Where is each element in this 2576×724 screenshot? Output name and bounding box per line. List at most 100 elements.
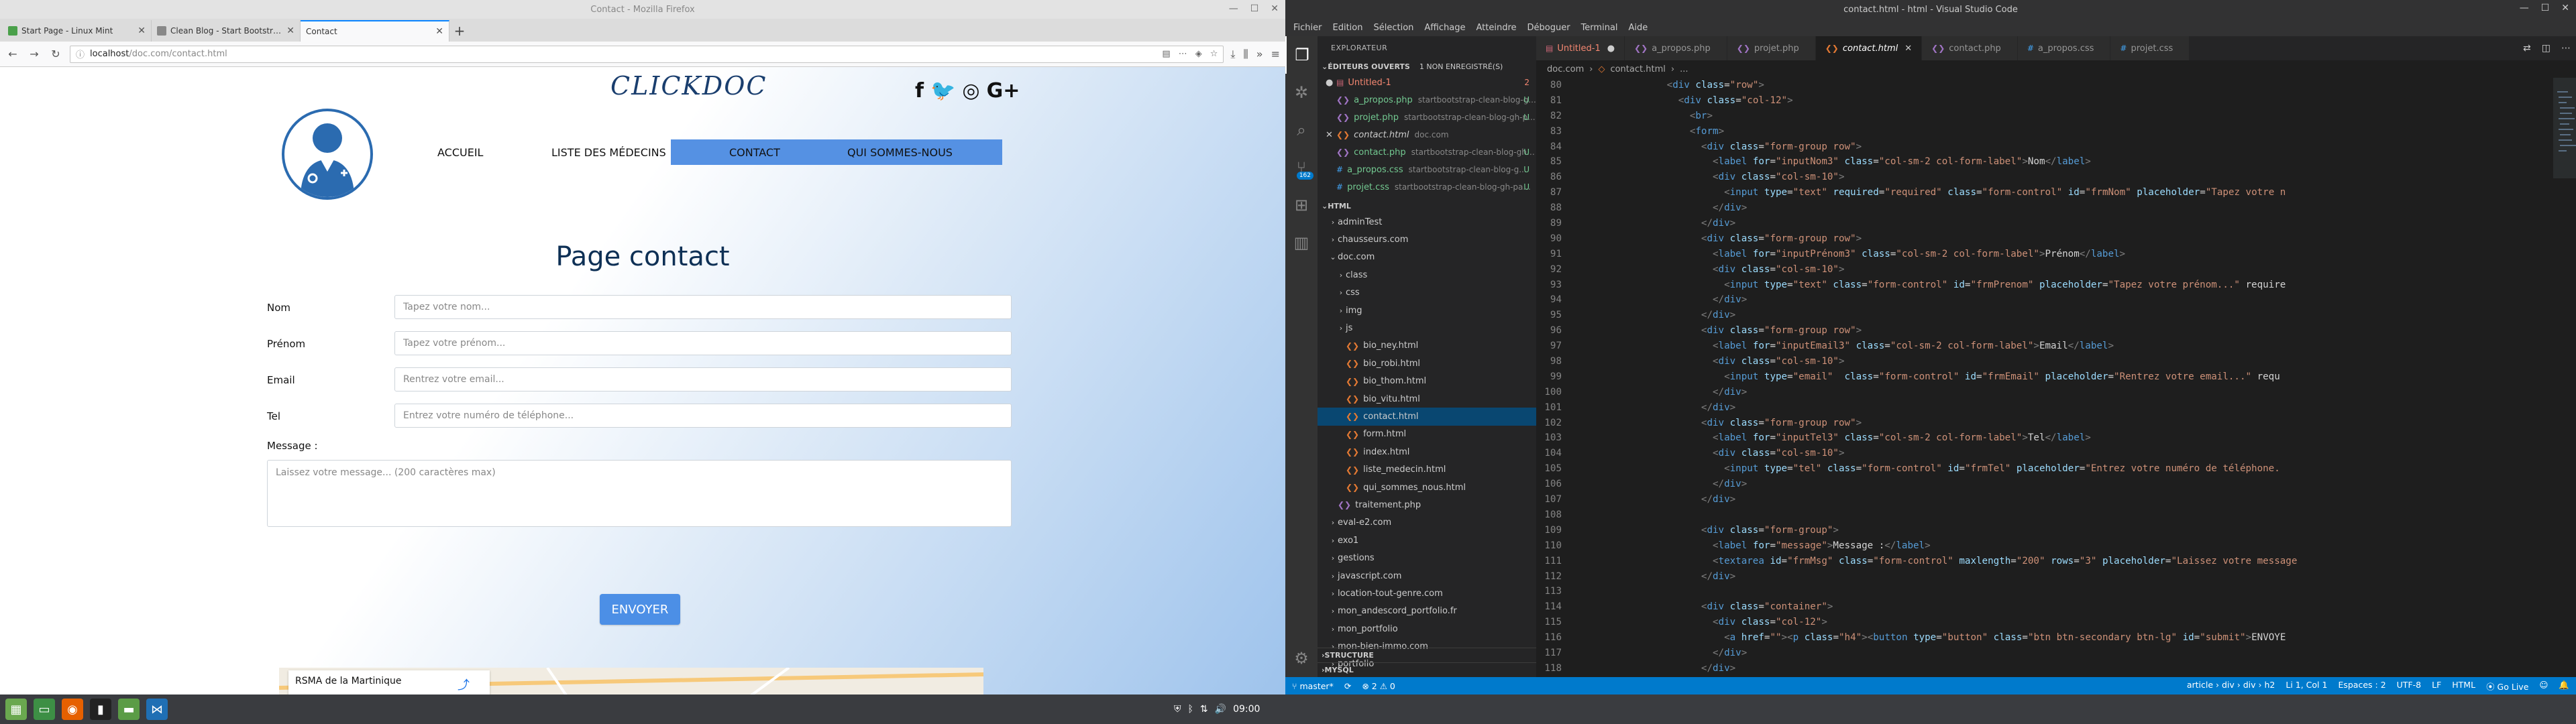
files-launcher-icon[interactable]: ▬ — [118, 699, 140, 720]
tree-file[interactable]: ❮❯ bio_robi.html — [1318, 355, 1536, 372]
debug-bug-icon[interactable]: ✲ — [1285, 74, 1318, 111]
status-encoding[interactable]: UTF-8 — [2397, 680, 2421, 692]
firefox-launcher-icon[interactable]: ◉ — [62, 699, 83, 720]
more-actions-icon[interactable]: ⋯ — [2561, 43, 2571, 54]
network-icon[interactable]: ⇅ — [1200, 704, 1208, 715]
editor-tab[interactable]: # a_propos.css — [2017, 36, 2111, 60]
tree-folder[interactable]: › css — [1318, 284, 1536, 302]
browser-tab-start-page[interactable]: Start Page - Linux Mint ✕ — [3, 20, 152, 42]
pocket-icon[interactable]: ◈ — [1195, 49, 1202, 59]
tree-file[interactable]: ❮❯ contact.html — [1318, 408, 1536, 426]
status-eol[interactable]: LF — [2432, 680, 2441, 692]
close-tab-icon[interactable]: ✕ — [435, 26, 443, 37]
close-icon[interactable]: ✕ — [2561, 3, 2569, 13]
menu-edition[interactable]: Edition — [1333, 23, 1363, 33]
maximize-icon[interactable]: ☐ — [2541, 3, 2550, 13]
tree-folder[interactable]: › exo1 — [1318, 532, 1536, 549]
breadcrumb-symbol[interactable]: ... — [1680, 64, 1688, 74]
library-icon[interactable]: ⫼ — [1243, 48, 1248, 61]
tree-folder[interactable]: › img — [1318, 302, 1536, 319]
tree-file[interactable]: ❮❯ index.html — [1318, 443, 1536, 461]
editor-tab[interactable]: ❮❯ a_propos.php — [1625, 36, 1727, 60]
show-desktop-icon[interactable]: ▭ — [34, 699, 55, 720]
tree-folder[interactable]: › javascript.com — [1318, 567, 1536, 585]
menu-aide[interactable]: Aide — [1629, 23, 1648, 33]
source-control-icon[interactable]: ⑂ 162 — [1285, 149, 1318, 186]
site-logo[interactable]: CLICKDOC — [610, 71, 767, 101]
tree-folder[interactable]: › location-tout-genre.com — [1318, 585, 1536, 602]
message-textarea[interactable]: Laissez votre message... (200 caractères… — [267, 460, 1012, 527]
menu-terminal[interactable]: Terminal — [1581, 23, 1618, 33]
menu-deboguer[interactable]: Déboguer — [1527, 23, 1570, 33]
open-editor-item[interactable]: # projet.css startbootstrap-clean-blog-gh-… — [1318, 178, 1536, 196]
embedded-map[interactable]: RSMA de la Martinique ⤴ — [279, 668, 983, 695]
reload-icon[interactable]: ↻ — [48, 47, 63, 62]
tree-folder[interactable]: › chausseurs.com — [1318, 231, 1536, 248]
download-icon[interactable]: ⤓ — [1230, 48, 1235, 61]
reader-mode-icon[interactable]: ▤ — [1162, 49, 1170, 59]
open-editor-item[interactable]: ❮❯ projet.php startbootstrap-clean-blog-gh… — [1318, 109, 1536, 126]
tree-folder[interactable]: › gestions — [1318, 549, 1536, 566]
menu-affichage[interactable]: Affichage — [1424, 23, 1465, 33]
open-editor-item[interactable]: ❮❯ contact.php startbootstrap-clean-blog-g… — [1318, 143, 1536, 161]
url-bar[interactable]: ⓘ localhost/doc.com/contact.html ▤ ⋯ ◈ ☆ — [70, 45, 1224, 63]
status-element-path[interactable]: article › div › div › h2 — [2187, 680, 2275, 692]
email-input[interactable]: Rentrez votre email... — [394, 367, 1012, 391]
menu-selection[interactable]: Sélection — [1373, 23, 1413, 33]
problems-indicator[interactable]: ⊗ 2 ⚠ 0 — [1362, 681, 1395, 691]
tree-folder[interactable]: › eval-e2.com — [1318, 514, 1536, 532]
unsaved-dot-icon[interactable]: ● — [1607, 44, 1615, 54]
vscode-launcher-icon[interactable]: ⋈ — [146, 699, 168, 720]
extensions-icon[interactable]: ⊞ — [1285, 186, 1318, 224]
editor-tab[interactable]: # projet.css — [2110, 36, 2190, 60]
twitter-icon[interactable]: 🐦 — [930, 79, 955, 103]
editor-tab[interactable]: ❮❯ projet.php — [1727, 36, 1816, 60]
compare-icon[interactable]: ⇄ — [2523, 43, 2531, 54]
explorer-icon[interactable]: ❐ — [1285, 36, 1318, 74]
open-editor-item[interactable]: ● ▤ Untitled-1 2 — [1318, 74, 1536, 91]
bookmark-star-icon[interactable]: ☆ — [1210, 49, 1218, 59]
feedback-smiley-icon[interactable]: ☺ — [2539, 680, 2548, 692]
nom-input[interactable]: Tapez votre nom... — [394, 295, 1012, 319]
code-editor[interactable]: 80 <div class="row"> 81 <div class="col-1… — [1536, 78, 2553, 677]
directions-icon[interactable]: ⤴ — [458, 676, 470, 693]
editor-tab[interactable]: ▤ Untitled-1 ● — [1536, 36, 1625, 60]
bluetooth-icon[interactable]: ᛒ — [1188, 704, 1193, 715]
nav-contact[interactable]: CONTACT — [729, 146, 780, 159]
close-tab-icon[interactable]: ✕ — [138, 25, 146, 36]
tel-input[interactable]: Entrez votre numéro de téléphone... — [394, 404, 1012, 428]
open-editor-item[interactable]: ❮❯ a_propos.php startbootstrap-clean-blog-… — [1318, 91, 1536, 109]
split-editor-icon[interactable]: ◫ — [2542, 43, 2551, 54]
unsaved-dot-icon[interactable]: ● — [1326, 78, 1333, 88]
structure-header[interactable]: › STRUCTURE — [1318, 648, 1536, 662]
status-cursor-position[interactable]: Li 1, Col 1 — [2286, 680, 2327, 692]
maximize-icon[interactable]: ☐ — [1250, 3, 1259, 14]
menu-fichier[interactable]: Fichier — [1293, 23, 1322, 33]
search-icon[interactable]: ⌕ — [1285, 111, 1318, 149]
tree-folder[interactable]: › js — [1318, 319, 1536, 337]
tree-file[interactable]: ❮❯ form.html — [1318, 426, 1536, 443]
info-icon[interactable]: ⓘ — [76, 48, 85, 60]
browser-tab-contact[interactable]: Contact ✕ — [301, 20, 449, 42]
tree-file[interactable]: ❮❯ qui_sommes_nous.html — [1318, 479, 1536, 496]
instagram-icon[interactable]: ◎ — [962, 79, 979, 103]
send-button[interactable]: ENVOYER — [600, 594, 680, 625]
folder-header-html[interactable]: ⌄ HTML — [1318, 198, 1536, 213]
page-actions-icon[interactable]: ⋯ — [1179, 49, 1187, 59]
back-icon[interactable]: ← — [5, 47, 20, 62]
nav-liste-medecins[interactable]: LISTE DES MÉDECINS — [551, 146, 666, 159]
book-icon[interactable]: ▥ — [1285, 224, 1318, 261]
notifications-bell-icon[interactable]: 🔔 — [2559, 680, 2569, 692]
go-live-button[interactable]: ⦿ Go Live — [2486, 680, 2528, 692]
volume-icon[interactable]: 🔊 — [1215, 704, 1226, 715]
overflow-icon[interactable]: » — [1256, 48, 1263, 61]
open-editors-header[interactable]: ⌄ ÉDITEURS OUVERTS 1 NON ENREGISTRÉ(S) — [1318, 59, 1536, 74]
hamburger-menu-icon[interactable]: ≡ — [1271, 48, 1280, 61]
tree-file[interactable]: ❮❯ liste_medecin.html — [1318, 461, 1536, 478]
close-editor-icon[interactable]: ✕ — [1326, 130, 1333, 140]
tree-folder[interactable]: ⌄ doc.com — [1318, 249, 1536, 266]
editor-tab[interactable]: ❮❯ contact.php — [1922, 36, 2018, 60]
minimize-icon[interactable]: — — [1229, 3, 1238, 14]
tree-folder[interactable]: › mon_portfolio — [1318, 620, 1536, 638]
minimap[interactable] — [2553, 78, 2576, 677]
